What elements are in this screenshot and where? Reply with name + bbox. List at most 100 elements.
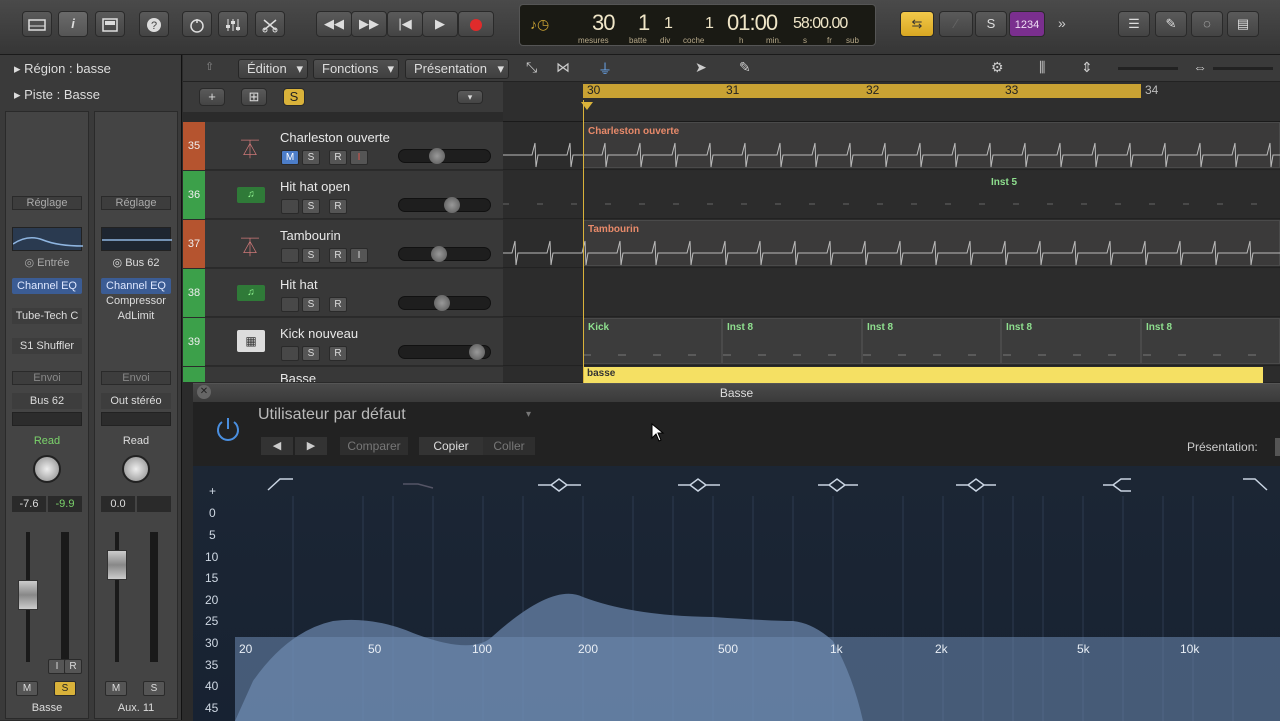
lowshelf-band-icon[interactable] xyxy=(403,483,434,489)
input-slot[interactable]: ◎ Entrée xyxy=(12,255,82,271)
insert-slot-2[interactable]: Compressor xyxy=(101,293,171,309)
mute-button[interactable]: M xyxy=(281,150,299,165)
volume-knob[interactable] xyxy=(431,246,447,262)
track-lane-36[interactable]: Inst 5 xyxy=(503,171,1280,219)
volume-knob[interactable] xyxy=(469,344,485,360)
mute-button[interactable] xyxy=(281,346,299,361)
group-slot[interactable] xyxy=(12,412,82,426)
inspector-button[interactable]: i xyxy=(58,11,88,37)
volume-knob[interactable] xyxy=(434,295,450,311)
power-icon[interactable] xyxy=(213,414,243,444)
track-header-37[interactable]: 37 ⏄ Tambourin S R I xyxy=(183,220,503,268)
solo-button[interactable]: S xyxy=(54,681,76,696)
volume-fader[interactable] xyxy=(18,580,38,610)
loop-browser-button[interactable]: ◌ xyxy=(1191,11,1223,37)
group-slot[interactable] xyxy=(101,412,171,426)
solo-button[interactable]: S xyxy=(975,11,1007,37)
cycle-range[interactable] xyxy=(583,84,1141,98)
send-slot[interactable]: Envoi xyxy=(101,371,171,385)
highcut-band-icon[interactable] xyxy=(1243,478,1268,491)
catch-icon[interactable]: ⤡ xyxy=(526,59,537,76)
gear-icon[interactable]: ⚙ xyxy=(991,59,1004,76)
bell-band-3-icon[interactable] xyxy=(818,478,858,492)
insert-slot-1[interactable]: Channel EQ xyxy=(101,278,171,294)
library-button[interactable] xyxy=(22,11,52,37)
mixer-button[interactable] xyxy=(218,11,248,37)
preset-menu[interactable]: Utilisateur par défaut ▾ xyxy=(258,406,538,428)
insert-slot-2[interactable]: Tube-Tech C xyxy=(12,308,82,324)
track-disclosure[interactable]: ▸ Piste : Basse xyxy=(0,82,182,108)
record-button[interactable]: R xyxy=(329,199,347,214)
volume-knob[interactable] xyxy=(444,197,460,213)
menu-fonctions[interactable]: Fonctions ▾ xyxy=(313,59,399,79)
copy-button[interactable]: Copier xyxy=(419,437,483,455)
insert-slot-3[interactable]: S1 Shuffler xyxy=(12,338,82,354)
record-button[interactable]: R xyxy=(329,346,347,361)
solo-button[interactable]: S xyxy=(302,199,320,214)
volume-slider[interactable] xyxy=(398,246,491,262)
view-menu[interactable] xyxy=(1275,438,1280,456)
folder-button[interactable]: ⊞ xyxy=(241,88,267,106)
smart-controls-button[interactable] xyxy=(182,11,212,37)
solo-button[interactable]: S xyxy=(143,681,165,696)
track-lane-basse[interactable]: basse xyxy=(503,367,1280,383)
editors-button[interactable] xyxy=(255,11,285,37)
mute-button[interactable] xyxy=(281,297,299,312)
flex-icon[interactable]: ⋈ xyxy=(556,59,570,76)
setting-button[interactable]: Réglage xyxy=(12,196,82,210)
global-solo-button[interactable]: S xyxy=(283,88,305,106)
bell-band-1-icon[interactable] xyxy=(538,478,581,492)
pan-knob[interactable] xyxy=(33,455,61,483)
track-header-35[interactable]: 35 ⏄ Charleston ouverte M S R I xyxy=(183,122,503,170)
help-button[interactable]: ? xyxy=(139,11,169,37)
setting-button[interactable]: Réglage xyxy=(101,196,171,210)
mute-button[interactable]: M xyxy=(16,681,38,696)
count-in-button[interactable]: 1234 xyxy=(1009,11,1045,37)
input-monitor-button[interactable]: I xyxy=(350,248,368,263)
automation-mode[interactable]: Read xyxy=(101,433,171,449)
eq-thumbnail[interactable] xyxy=(101,227,172,251)
menu-edition[interactable]: Édition ▾ xyxy=(238,59,308,79)
track-header-basse[interactable]: Basse xyxy=(183,367,503,383)
prev-preset-button[interactable]: ◀ xyxy=(261,437,293,455)
send-slot[interactable]: Envoi xyxy=(12,371,82,385)
mute-button[interactable] xyxy=(281,248,299,263)
volume-knob[interactable] xyxy=(429,148,445,164)
record-enable-button[interactable]: R xyxy=(64,659,82,674)
highshelf-band-icon[interactable] xyxy=(1103,478,1131,492)
timeline-ruler[interactable]: 30 31 32 33 34 xyxy=(503,82,1280,122)
solo-button[interactable]: S xyxy=(302,150,320,165)
cycle-button[interactable]: ⇆ xyxy=(900,11,934,37)
mute-button[interactable]: M xyxy=(105,681,127,696)
solo-button[interactable]: S xyxy=(302,248,320,263)
paste-button[interactable]: Coller xyxy=(483,437,535,455)
up-arrow-icon[interactable]: ⇧ xyxy=(205,60,214,73)
record-button[interactable] xyxy=(458,11,494,37)
next-preset-button[interactable]: ▶ xyxy=(295,437,327,455)
compare-button[interactable]: Comparer xyxy=(340,437,408,455)
track-lane-37[interactable]: Tambourin xyxy=(503,220,1280,268)
eq-title-bar[interactable]: ✕ Basse xyxy=(193,384,1280,402)
volume-fader[interactable] xyxy=(107,550,127,580)
more-chevron-icon[interactable]: » xyxy=(1058,15,1066,31)
waveform-zoom-icon[interactable]: ⫼ xyxy=(1039,59,1045,76)
region-basse[interactable]: basse xyxy=(583,367,1263,383)
volume-slider[interactable] xyxy=(398,295,491,311)
pencil-tool-icon[interactable]: ✎ xyxy=(739,59,751,76)
menu-presentation[interactable]: Présentation ▾ xyxy=(405,59,509,79)
vertical-zoom-slider[interactable] xyxy=(1118,67,1178,70)
eq-graph[interactable]: + 0 5 10 15 20 25 30 35 40 45 20 50 100 … xyxy=(193,466,1280,721)
vertical-zoom-icon[interactable]: ⇕ xyxy=(1081,59,1093,76)
solo-button[interactable]: S xyxy=(302,346,320,361)
lcd-display[interactable]: ♪◷ 30 1 1 1 01:00 58:00.00 mesures batte… xyxy=(519,4,876,46)
solo-button[interactable]: S xyxy=(302,297,320,312)
output-slot[interactable]: Out stéréo xyxy=(101,393,171,409)
volume-slider[interactable] xyxy=(398,197,491,213)
track-lane-39[interactable]: Kick Inst 8 Inst 8 Inst 8 Inst 8 xyxy=(503,318,1280,366)
rewind-button[interactable]: ◀◀ xyxy=(316,11,352,37)
volume-slider[interactable] xyxy=(398,344,491,360)
go-to-beginning-button[interactable]: |◀ xyxy=(387,11,423,37)
pointer-tool-icon[interactable]: ➤ xyxy=(695,59,707,76)
lowcut-band-icon[interactable] xyxy=(267,478,293,491)
close-icon[interactable]: ✕ xyxy=(197,385,211,399)
